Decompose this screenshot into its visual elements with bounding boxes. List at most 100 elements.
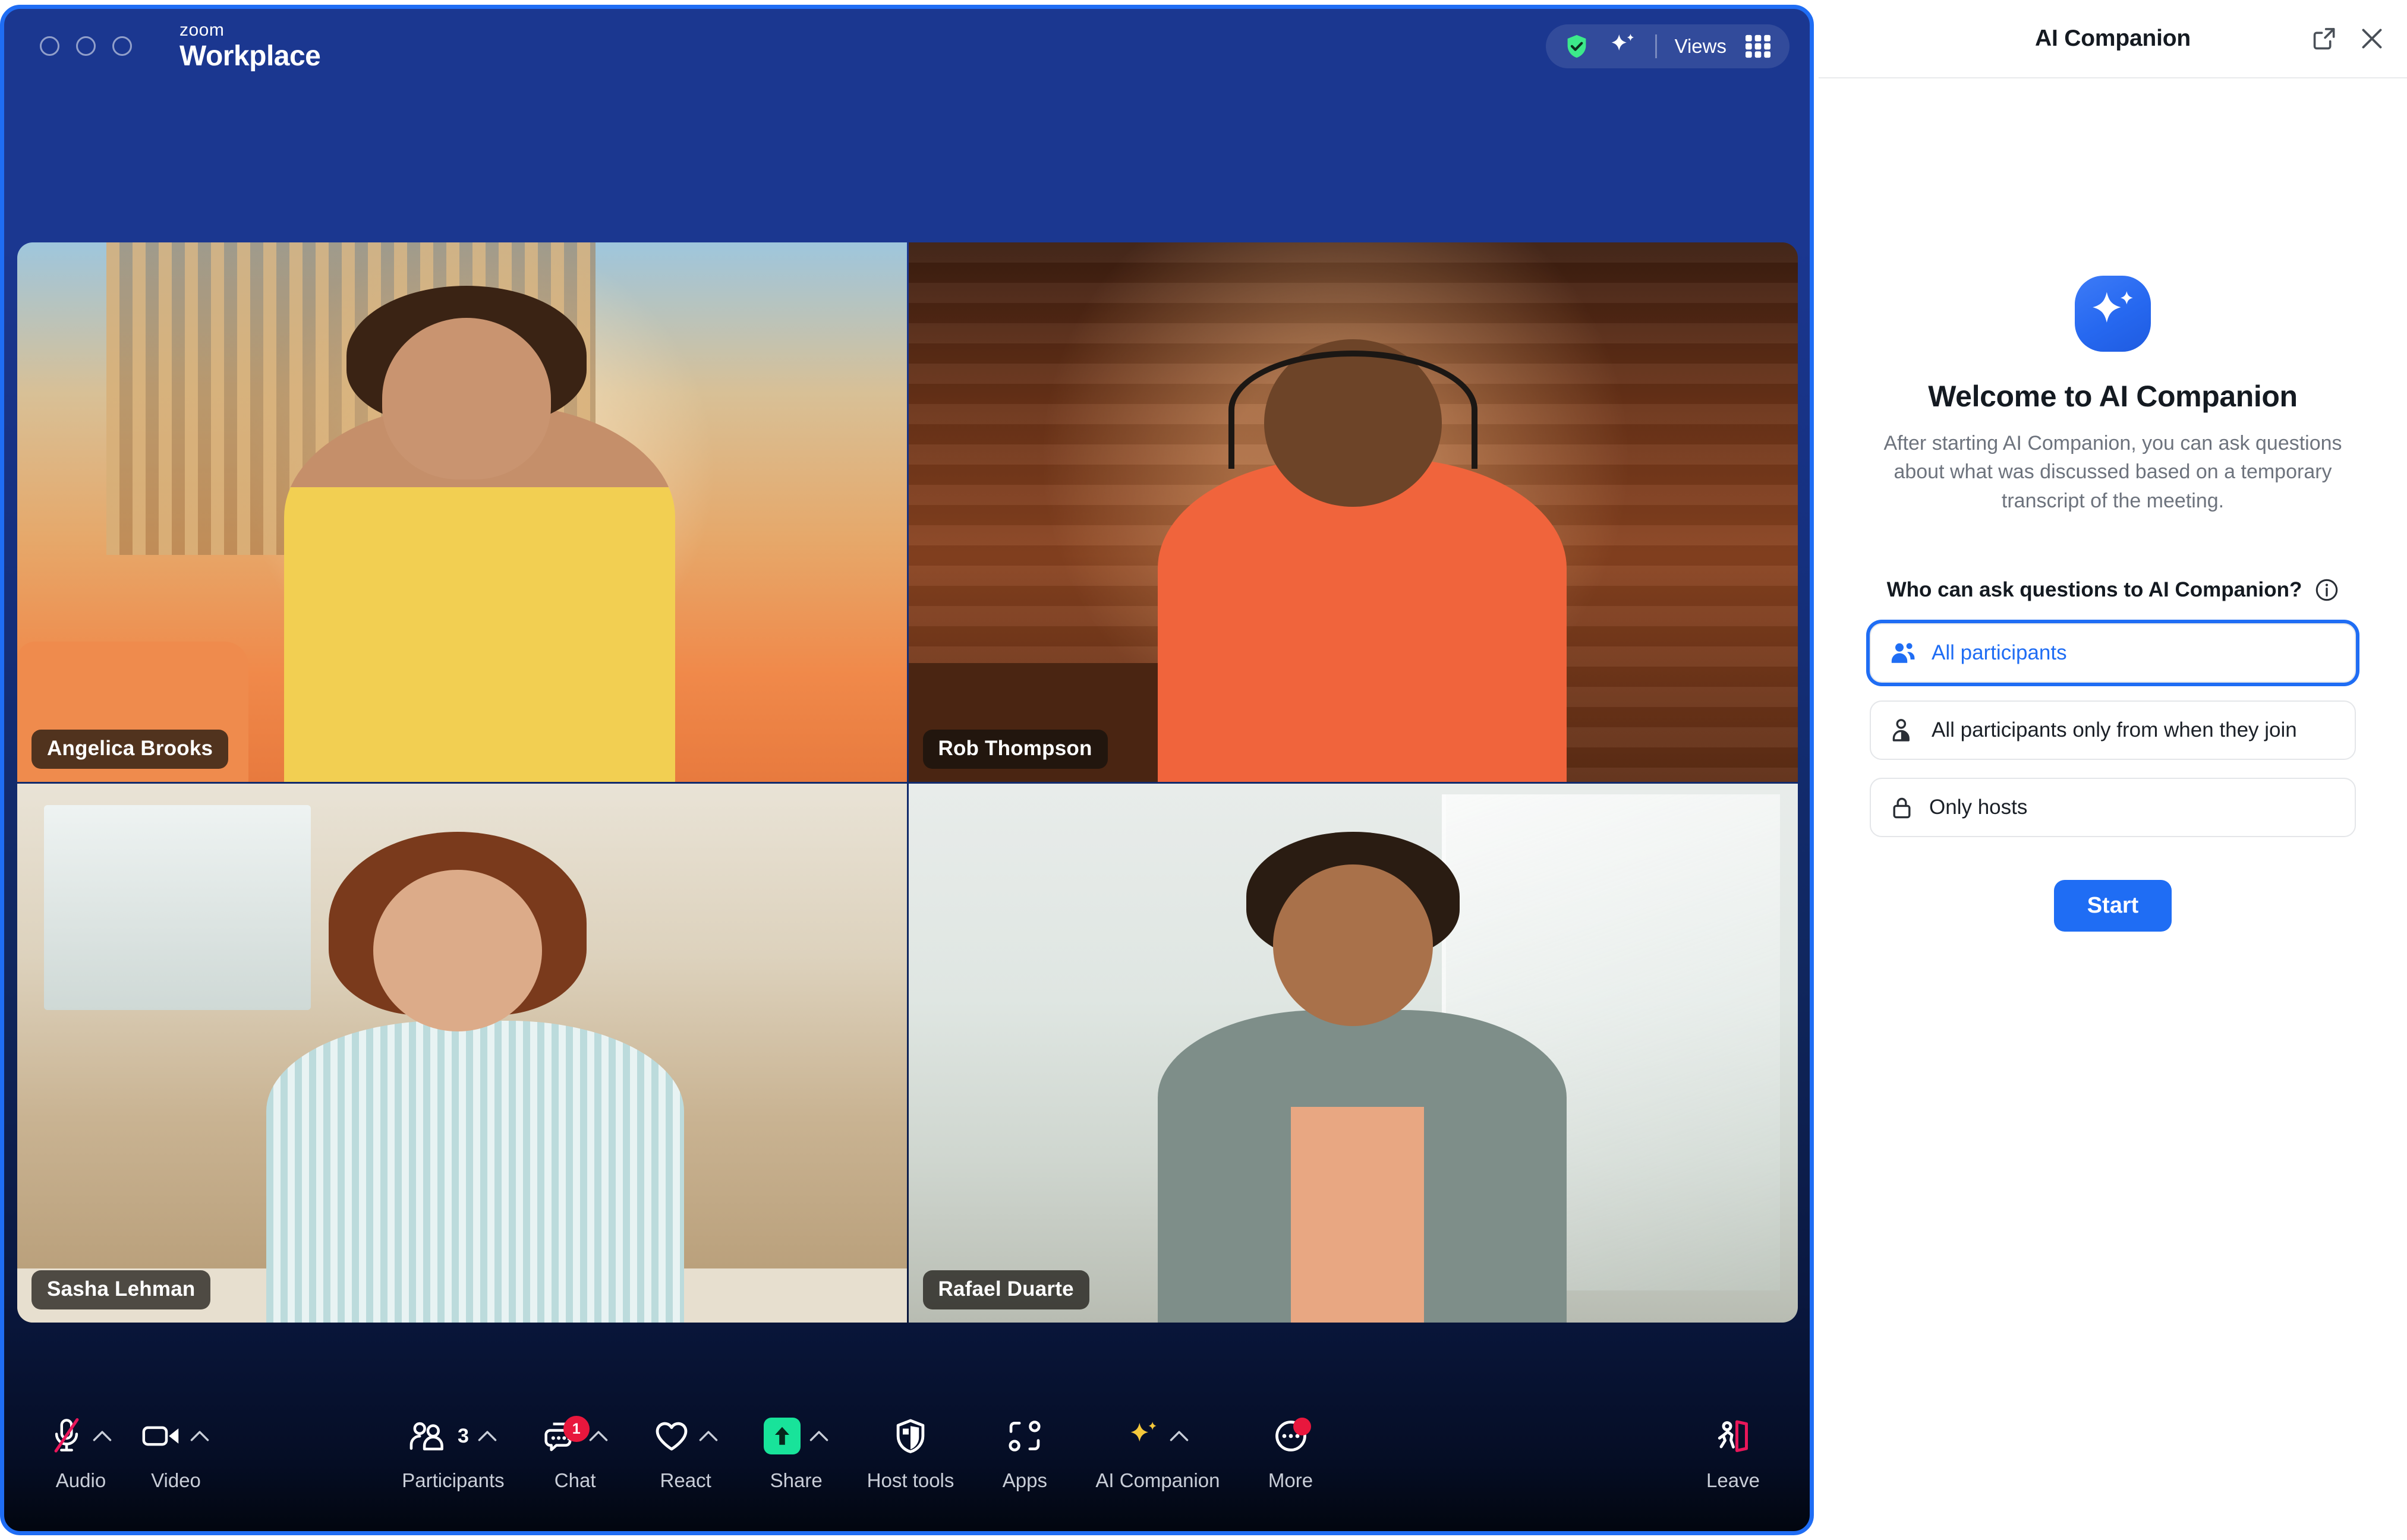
grid-icon[interactable] [1744, 34, 1772, 59]
toolbar-label: Leave [1706, 1469, 1760, 1491]
toolbar-button-apps[interactable]: Apps [980, 1408, 1069, 1492]
option-participants-from-join[interactable]: All participants only from when they joi… [1870, 700, 2356, 760]
participant-video-feed [17, 242, 907, 782]
chevron-up-icon[interactable] [190, 1429, 210, 1443]
toolbar-button-more[interactable]: More [1246, 1408, 1335, 1492]
ellipsis-icon[interactable] [1273, 1418, 1311, 1453]
apps-icon[interactable] [1007, 1419, 1042, 1453]
participant-name-badge: Sasha Lehman [31, 1270, 211, 1309]
people-icon[interactable] [409, 1421, 447, 1451]
toolbar-button-video[interactable]: Video [131, 1408, 220, 1492]
toolbar-label: Share [770, 1469, 823, 1491]
toolbar-label: Host tools [867, 1469, 954, 1491]
toolbar-label: Apps [1002, 1469, 1047, 1491]
participant-video-feed [908, 242, 1798, 782]
meeting-status-pill: Views [1545, 24, 1790, 68]
chevron-up-icon[interactable] [92, 1429, 112, 1443]
video-tile[interactable]: Angelica Brooks [17, 242, 907, 782]
option-only-hosts[interactable]: Only hosts [1870, 777, 2356, 837]
option-all-participants[interactable]: All participants [1870, 623, 2356, 683]
ai-sparkle-gold-icon[interactable] [1126, 1420, 1161, 1452]
video-tile[interactable]: Rob Thompson [908, 242, 1798, 782]
welcome-title: Welcome to AI Companion [1928, 380, 2298, 413]
start-button[interactable]: Start [2053, 879, 2172, 932]
shield-check-icon[interactable] [1564, 33, 1590, 60]
participant-name-badge: Rob Thompson [922, 729, 1108, 769]
brand-zoom-text: zoom [179, 20, 225, 40]
toolbar-label: AI Companion [1095, 1469, 1220, 1491]
toolbar-button-share[interactable]: Share [752, 1408, 841, 1492]
participant-name-badge: Angelica Brooks [31, 729, 229, 769]
window-traffic-lights[interactable] [40, 36, 132, 56]
panel-header: AI Companion [1819, 0, 2407, 78]
ai-sparkle-icon [2075, 276, 2151, 352]
chevron-up-icon[interactable] [698, 1429, 719, 1443]
zoom-workplace-logo: zoom Workplace [179, 20, 321, 72]
pop-out-icon[interactable] [2312, 26, 2337, 51]
meeting-toolbar: Audio Video 3 Participants 1 Chat React … [4, 1394, 1810, 1531]
heart-icon[interactable] [653, 1419, 690, 1453]
toolbar-button-participants[interactable]: 3 Participants [397, 1408, 509, 1492]
meeting-window: zoom Workplace Views Angelica Brooks Rob… [0, 0, 1819, 1540]
shield-icon[interactable] [894, 1418, 927, 1454]
share-screen-icon[interactable] [763, 1418, 801, 1454]
toolbar-button-audio[interactable]: Audio [36, 1408, 125, 1492]
option-label: All participants only from when they joi… [1932, 718, 2297, 741]
toolbar-label: React [660, 1469, 711, 1491]
option-label: Only hosts [1929, 795, 2028, 819]
lock-icon [1890, 795, 1914, 820]
panel-title: AI Companion [2035, 26, 2191, 51]
brand-workplace-text: Workplace [179, 40, 321, 72]
question-label: Who can ask questions to AI Companion? [1886, 578, 2302, 601]
chat-unread-badge: 1 [563, 1416, 590, 1442]
microphone-muted-icon[interactable] [49, 1417, 84, 1455]
window-titlebar: zoom Workplace Views [4, 9, 1810, 83]
leave-door-icon[interactable] [1715, 1418, 1751, 1454]
toolbar-button-host-tools[interactable]: Host tools [862, 1408, 959, 1492]
video-tile[interactable]: Rafael Duarte [908, 783, 1798, 1323]
participants-count: 3 [457, 1424, 469, 1447]
titlebar-divider [1655, 34, 1657, 58]
meeting-frame: zoom Workplace Views Angelica Brooks Rob… [0, 5, 1814, 1535]
chevron-up-icon[interactable] [1169, 1429, 1189, 1443]
titlebar-right-controls: Views [1545, 24, 1790, 68]
toolbar-button-ai-companion[interactable]: AI Companion [1091, 1408, 1224, 1492]
toolbar-label: Audio [55, 1469, 106, 1491]
chevron-up-icon[interactable] [809, 1429, 829, 1443]
welcome-subtitle: After starting AI Companion, you can ask… [1883, 432, 2342, 512]
video-tile[interactable]: Sasha Lehman [17, 783, 907, 1323]
toolbar-button-chat[interactable]: 1 Chat [531, 1408, 620, 1492]
person-partial-icon [1890, 718, 1916, 743]
info-icon[interactable] [2315, 578, 2339, 602]
chevron-up-icon[interactable] [588, 1429, 609, 1443]
toolbar-label: Chat [554, 1469, 596, 1491]
toolbar-button-react[interactable]: React [641, 1408, 730, 1492]
ai-sparkle-icon[interactable] [1608, 33, 1637, 60]
participant-video-feed [908, 783, 1798, 1323]
close-icon[interactable] [2359, 26, 2384, 51]
participant-video-feed [17, 783, 907, 1323]
chevron-up-icon[interactable] [477, 1429, 497, 1443]
panel-body: Welcome to AI Companion After starting A… [1819, 78, 2407, 932]
zoom-workplace-app: zoom Workplace Views Angelica Brooks Rob… [0, 0, 2407, 1540]
camera-icon[interactable] [142, 1421, 181, 1451]
question-row: Who can ask questions to AI Companion? [1870, 578, 2356, 602]
minimize-window-button[interactable] [76, 36, 96, 56]
toolbar-button-leave[interactable]: Leave [1688, 1408, 1778, 1492]
option-label: All participants [1932, 640, 2067, 664]
more-notification-dot [1293, 1418, 1311, 1435]
people-icon [1890, 641, 1916, 665]
toolbar-center-group: 3 Participants 1 Chat React Share Host t… [397, 1408, 1335, 1492]
participant-name-badge: Rafael Duarte [922, 1270, 1089, 1309]
views-label[interactable]: Views [1675, 35, 1727, 58]
chat-bubbles-icon[interactable]: 1 [542, 1416, 590, 1453]
toolbar-label: Participants [402, 1469, 505, 1491]
start-button-wrapper: Start [1870, 879, 2356, 932]
maximize-window-button[interactable] [112, 36, 132, 56]
close-window-button[interactable] [40, 36, 59, 56]
toolbar-label: Video [151, 1469, 201, 1491]
toolbar-label: More [1268, 1469, 1313, 1491]
ai-companion-panel: AI Companion Welcome to AI Companion Aft… [1819, 0, 2407, 1540]
video-gallery: Angelica Brooks Rob Thompson Sasha Lehma… [17, 242, 1798, 1323]
panel-header-actions [2312, 26, 2384, 51]
